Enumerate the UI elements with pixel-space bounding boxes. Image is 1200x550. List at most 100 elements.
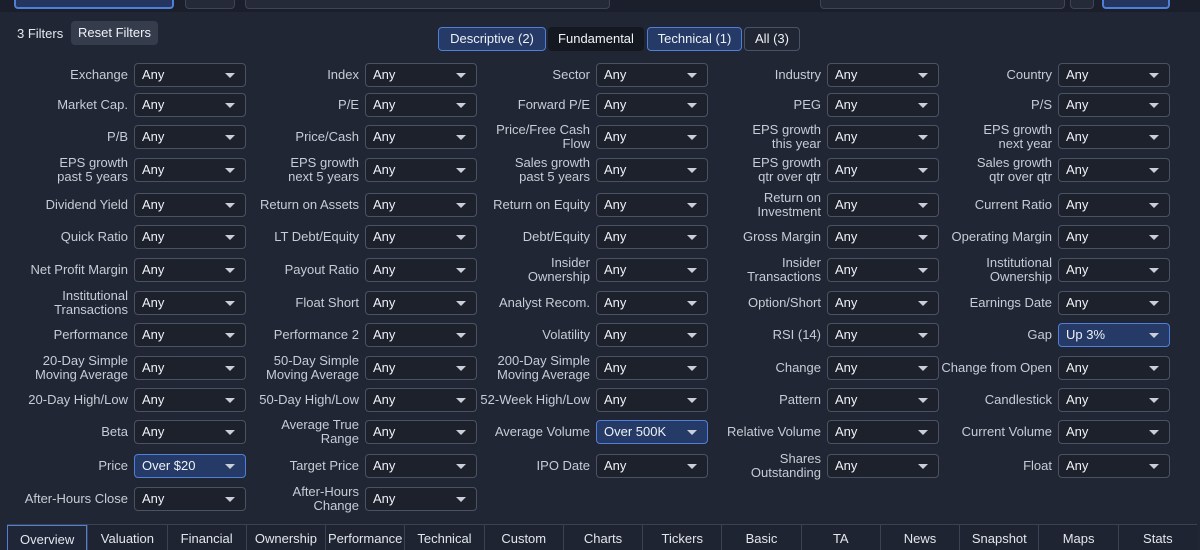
filter-label: Index xyxy=(327,66,359,82)
filter-select-value: Any xyxy=(373,129,396,144)
top-select-2[interactable] xyxy=(820,0,1065,9)
filter-label: Gross Margin xyxy=(742,228,821,244)
view-tab-ownership[interactable]: Ownership xyxy=(245,525,326,550)
filter-select-value: Any xyxy=(604,67,627,82)
filter-select-value: Any xyxy=(1066,129,1089,144)
filter-label: Forward P/E xyxy=(517,96,590,112)
view-tab-overview[interactable]: Overview xyxy=(7,525,88,550)
filter-label: P/S xyxy=(1031,96,1052,112)
view-tab-charts[interactable]: Charts xyxy=(562,525,643,550)
filter-label: LT Debt/Equity xyxy=(274,228,359,244)
chevron-down-icon xyxy=(1149,235,1159,240)
filter-select[interactable]: Any xyxy=(365,487,477,511)
filter-select-value: Any xyxy=(835,97,858,112)
view-tab-maps[interactable]: Maps xyxy=(1038,525,1118,550)
filter-select-value: Any xyxy=(1066,229,1089,244)
filter-select-value: Any xyxy=(373,162,396,177)
filter-select-value: Any xyxy=(373,360,396,375)
view-tab-basic[interactable]: Basic xyxy=(721,525,801,550)
filter-select-value: Any xyxy=(604,295,627,310)
tab-all[interactable]: All (3) xyxy=(744,27,800,51)
filter-select-value: Any xyxy=(1066,360,1089,375)
filter-select[interactable]: Any xyxy=(1058,291,1170,315)
top-search-field[interactable] xyxy=(245,0,610,9)
filter-select[interactable]: Any xyxy=(1058,158,1170,182)
filter-label: Analyst Recom. xyxy=(498,294,590,310)
filter-select-value: Any xyxy=(604,162,627,177)
view-tab-tickers[interactable]: Tickers xyxy=(642,525,722,550)
filter-count: 3 Filters xyxy=(17,26,64,41)
filter-label: 50-Day High/Low xyxy=(259,391,359,407)
filter-label: Sales growth qtr over qtr xyxy=(976,154,1052,184)
filter-label: After-Hours Close xyxy=(24,490,128,506)
view-tab-performance[interactable]: Performance xyxy=(325,525,405,550)
view-tab-valuation[interactable]: Valuation xyxy=(87,525,167,550)
filter-select-value: Any xyxy=(604,392,627,407)
chevron-down-icon xyxy=(456,497,466,502)
filter-label: Debt/Equity xyxy=(522,228,590,244)
filter-select[interactable]: Any xyxy=(1058,63,1170,87)
filter-select[interactable]: Any xyxy=(1058,356,1170,380)
filter-select-value: Any xyxy=(373,491,396,506)
filter-label: Beta xyxy=(101,423,128,439)
filter-select-value: Any xyxy=(835,392,858,407)
filter-label: Market Cap. xyxy=(57,96,128,112)
filter-select-value: Any xyxy=(373,458,396,473)
filter-select[interactable]: Any xyxy=(1058,258,1170,282)
tab-descriptive[interactable]: Descriptive (2) xyxy=(438,27,546,51)
filter-select-value: Any xyxy=(835,229,858,244)
tab-fundamental[interactable]: Fundamental xyxy=(548,27,644,51)
chevron-down-icon xyxy=(1149,135,1159,140)
filter-select[interactable]: Any xyxy=(1058,454,1170,478)
filter-label: 20-Day Simple Moving Average xyxy=(35,352,128,382)
filter-select[interactable]: Any xyxy=(1058,193,1170,217)
tab-technical[interactable]: Technical (1) xyxy=(647,27,742,51)
filter-label: Return on Investment xyxy=(757,189,821,219)
filter-label: Sector xyxy=(552,66,590,82)
filter-select-value: Any xyxy=(835,295,858,310)
top-blue-button[interactable] xyxy=(14,0,174,9)
filter-select-value: Any xyxy=(835,458,858,473)
filter-label: Average True Range xyxy=(281,416,359,446)
filter-select[interactable]: Any xyxy=(1058,388,1170,412)
filter-label: EPS growth this year xyxy=(752,121,821,151)
chevron-down-icon xyxy=(1149,464,1159,469)
filter-label: Gap xyxy=(1027,326,1052,342)
chevron-down-icon xyxy=(1149,301,1159,306)
filter-label: Insider Transactions xyxy=(747,254,821,284)
filter-label: Change from Open xyxy=(941,359,1052,375)
top-select-1[interactable] xyxy=(185,0,235,9)
top-blue-button-2[interactable] xyxy=(1102,0,1170,9)
view-tab-financial[interactable]: Financial xyxy=(166,525,246,550)
filter-select[interactable]: Any xyxy=(1058,93,1170,117)
reset-filters-button[interactable]: Reset Filters xyxy=(71,21,158,45)
filter-label: Shares Outstanding xyxy=(750,450,821,480)
view-tab-technical[interactable]: Technical xyxy=(404,525,484,550)
filter-select-value: Any xyxy=(1066,197,1089,212)
filter-select-value: Any xyxy=(142,162,165,177)
view-tab-custom[interactable]: Custom xyxy=(483,525,563,550)
chevron-down-icon xyxy=(1149,268,1159,273)
chevron-down-icon xyxy=(1149,73,1159,78)
filter-label: Average Volume xyxy=(494,423,590,439)
filter-select[interactable]: Any xyxy=(1058,420,1170,444)
filter-label: Price xyxy=(98,457,128,473)
filter-select[interactable]: Up 3% xyxy=(1058,323,1170,347)
filter-select-value: Any xyxy=(1066,424,1089,439)
filter-label: Earnings Date xyxy=(969,294,1052,310)
filter-select[interactable]: Any xyxy=(1058,225,1170,249)
filter-select-value: Any xyxy=(1066,162,1089,177)
filter-select-value: Any xyxy=(142,327,165,342)
filter-label: Dividend Yield xyxy=(45,196,128,212)
filter-select[interactable]: Any xyxy=(1058,125,1170,149)
view-tab-snapshot[interactable]: Snapshot xyxy=(959,525,1039,550)
filter-select-value: Any xyxy=(373,424,396,439)
filter-label: Float xyxy=(1023,457,1052,473)
view-tab-ta[interactable]: TA xyxy=(800,525,880,550)
filter-select-value: Any xyxy=(373,327,396,342)
view-tab-news[interactable]: News xyxy=(879,525,960,550)
top-small-button[interactable] xyxy=(1070,0,1094,9)
chevron-down-icon xyxy=(1149,103,1159,108)
view-tab-stats[interactable]: Stats xyxy=(1117,525,1197,550)
filter-select-value: Any xyxy=(373,262,396,277)
